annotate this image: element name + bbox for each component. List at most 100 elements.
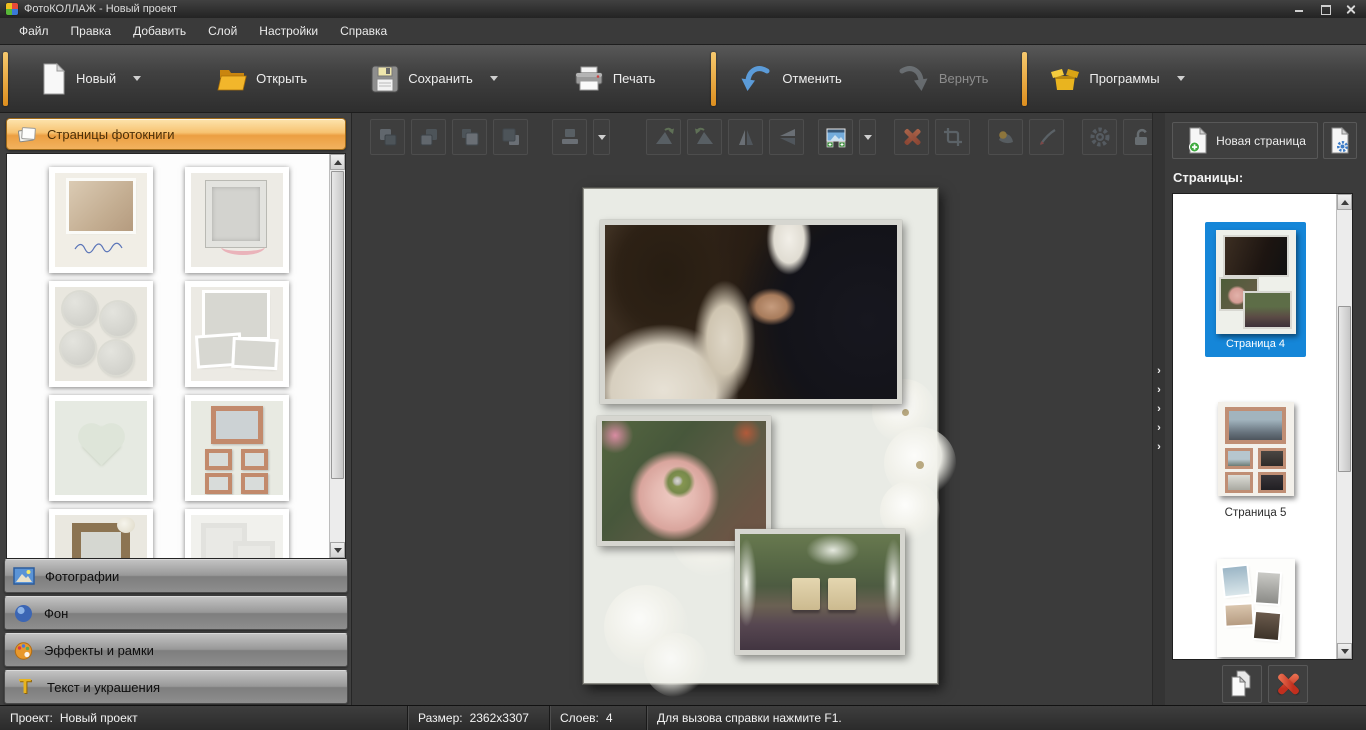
redo-button[interactable]: Вернуть [884, 50, 1001, 108]
rotate-right-button[interactable] [687, 119, 722, 155]
print-button[interactable]: Печать [562, 50, 668, 108]
panel-splitter[interactable]: › › › › › [1152, 113, 1165, 705]
section-effects-label: Эффекты и рамки [44, 643, 154, 658]
flip-horizontal-button[interactable] [728, 119, 763, 155]
brush-icon [1036, 126, 1058, 148]
send-to-back-button[interactable] [493, 119, 528, 155]
template-card-copper-frames[interactable] [185, 395, 289, 501]
menu-edit[interactable]: Правка [60, 19, 123, 43]
scroll-up-icon[interactable] [330, 154, 345, 170]
close-icon[interactable] [1346, 4, 1356, 14]
copy-page-button[interactable] [1222, 665, 1262, 703]
section-text-button[interactable]: T Текст и украшения [4, 670, 348, 704]
fit-page-dropdown-button[interactable] [859, 119, 876, 155]
redo-label: Вернуть [939, 71, 989, 86]
template-card-heart[interactable] [49, 395, 153, 501]
bring-to-front-button[interactable] [452, 119, 487, 155]
new-dropdown-icon[interactable] [133, 76, 141, 81]
gear-icon [1089, 126, 1111, 148]
template-card-rings[interactable] [49, 167, 153, 273]
heart-frame [82, 427, 120, 465]
page-4-label: Страница 4 [1226, 338, 1285, 350]
menu-bar: Файл Правка Добавить Слой Настройки Спра… [0, 18, 1366, 45]
window-controls [1294, 4, 1360, 14]
toolbar-separator [3, 52, 8, 106]
photo-dancing-couple[interactable] [600, 220, 902, 404]
flip-vertical-button[interactable] [769, 119, 804, 155]
raise-layer-button[interactable] [370, 119, 405, 155]
window-title: ФотоКОЛЛАЖ - Новый проект [24, 3, 177, 15]
new-page-label: Новая страница [1216, 134, 1306, 148]
scrollbar-thumb[interactable] [331, 171, 344, 479]
collage-page[interactable] [583, 188, 938, 684]
programs-button[interactable]: Программы [1038, 50, 1196, 108]
page-6-thumbnail [1217, 559, 1295, 657]
rotate-right-icon [694, 126, 716, 148]
section-background-button[interactable]: Фон [4, 596, 348, 630]
photo-wedding-arch[interactable] [735, 529, 905, 655]
delete-layer-button[interactable] [894, 119, 929, 155]
scrollbar-thumb[interactable] [1338, 306, 1351, 472]
help-text: Для вызова справки нажмите F1. [657, 711, 842, 725]
page-item-4-selected[interactable]: Страница 4 [1205, 222, 1306, 357]
lower-layer-icon [418, 126, 440, 148]
pink-ribbon-decoration [221, 239, 265, 255]
align-icon [559, 126, 581, 148]
status-bar: Проект: Новый проект Размер: 2362x3307 С… [0, 705, 1366, 730]
photobook-pages-header[interactable]: Страницы фотокниги [6, 118, 346, 150]
background-icon [13, 603, 34, 624]
pages-scrollbar[interactable] [1336, 194, 1352, 659]
scroll-down-icon[interactable] [1337, 643, 1352, 659]
menu-help[interactable]: Справка [329, 19, 398, 43]
new-project-button[interactable]: Новый [29, 50, 153, 108]
rotate-left-button[interactable] [646, 119, 681, 155]
crop-button[interactable] [935, 119, 970, 155]
align-button[interactable] [552, 119, 587, 155]
pages-list: Страница 4 Страница 5 [1172, 193, 1353, 660]
page-item-5[interactable] [1218, 402, 1294, 496]
mask-icon [995, 126, 1017, 148]
section-effects-button[interactable]: Эффекты и рамки [4, 633, 348, 667]
maximize-icon[interactable] [1320, 4, 1330, 14]
template-card-wood-frame[interactable] [49, 509, 153, 559]
menu-add[interactable]: Добавить [122, 19, 197, 43]
template-list [6, 153, 346, 559]
template-card-stacked[interactable] [185, 281, 289, 387]
section-photos-button[interactable]: Фотографии [4, 559, 348, 593]
brush-button[interactable] [1029, 119, 1064, 155]
template-card-circles[interactable] [49, 281, 153, 387]
scroll-down-icon[interactable] [330, 542, 345, 558]
template-card-light-frames[interactable] [185, 509, 289, 559]
menu-layer[interactable]: Слой [197, 19, 248, 43]
lower-layer-button[interactable] [411, 119, 446, 155]
page-settings-button[interactable] [1323, 122, 1357, 159]
template-list-scrollbar[interactable] [329, 154, 345, 558]
programs-dropdown-icon[interactable] [1177, 76, 1185, 81]
undo-button[interactable]: Отменить [727, 50, 853, 108]
save-button[interactable]: Сохранить [359, 50, 510, 108]
app-window: ФотоКОЛЛАЖ - Новый проект Файл Правка До… [0, 0, 1366, 730]
template-card-gray-frame[interactable] [185, 167, 289, 273]
canvas-area: › › › › › [352, 113, 1165, 705]
minimize-icon[interactable] [1294, 4, 1304, 14]
align-dropdown-button[interactable] [593, 119, 610, 155]
fit-page-button[interactable] [818, 119, 853, 155]
settings-button[interactable] [1082, 119, 1117, 155]
mask-button[interactable] [988, 119, 1023, 155]
chevron-right-icon: › [1157, 386, 1161, 395]
size-value: 2362x3307 [470, 711, 529, 725]
copy-page-icon [1229, 670, 1255, 698]
status-project: Проект: Новый проект [0, 706, 408, 730]
save-dropdown-icon[interactable] [490, 76, 498, 81]
open-button[interactable]: Открыть [205, 50, 319, 108]
left-panel: Страницы фотокниги [0, 113, 352, 705]
scroll-up-icon[interactable] [1337, 194, 1352, 210]
menu-settings[interactable]: Настройки [248, 19, 329, 43]
new-page-button[interactable]: Новая страница [1172, 122, 1318, 159]
page-item-6[interactable] [1217, 559, 1295, 657]
delete-page-button[interactable] [1268, 665, 1308, 703]
menu-file[interactable]: Файл [8, 19, 60, 43]
photo-rings-on-flower[interactable] [597, 416, 771, 546]
canvas-toolbar [370, 119, 1164, 155]
project-value: Новый проект [60, 711, 138, 725]
